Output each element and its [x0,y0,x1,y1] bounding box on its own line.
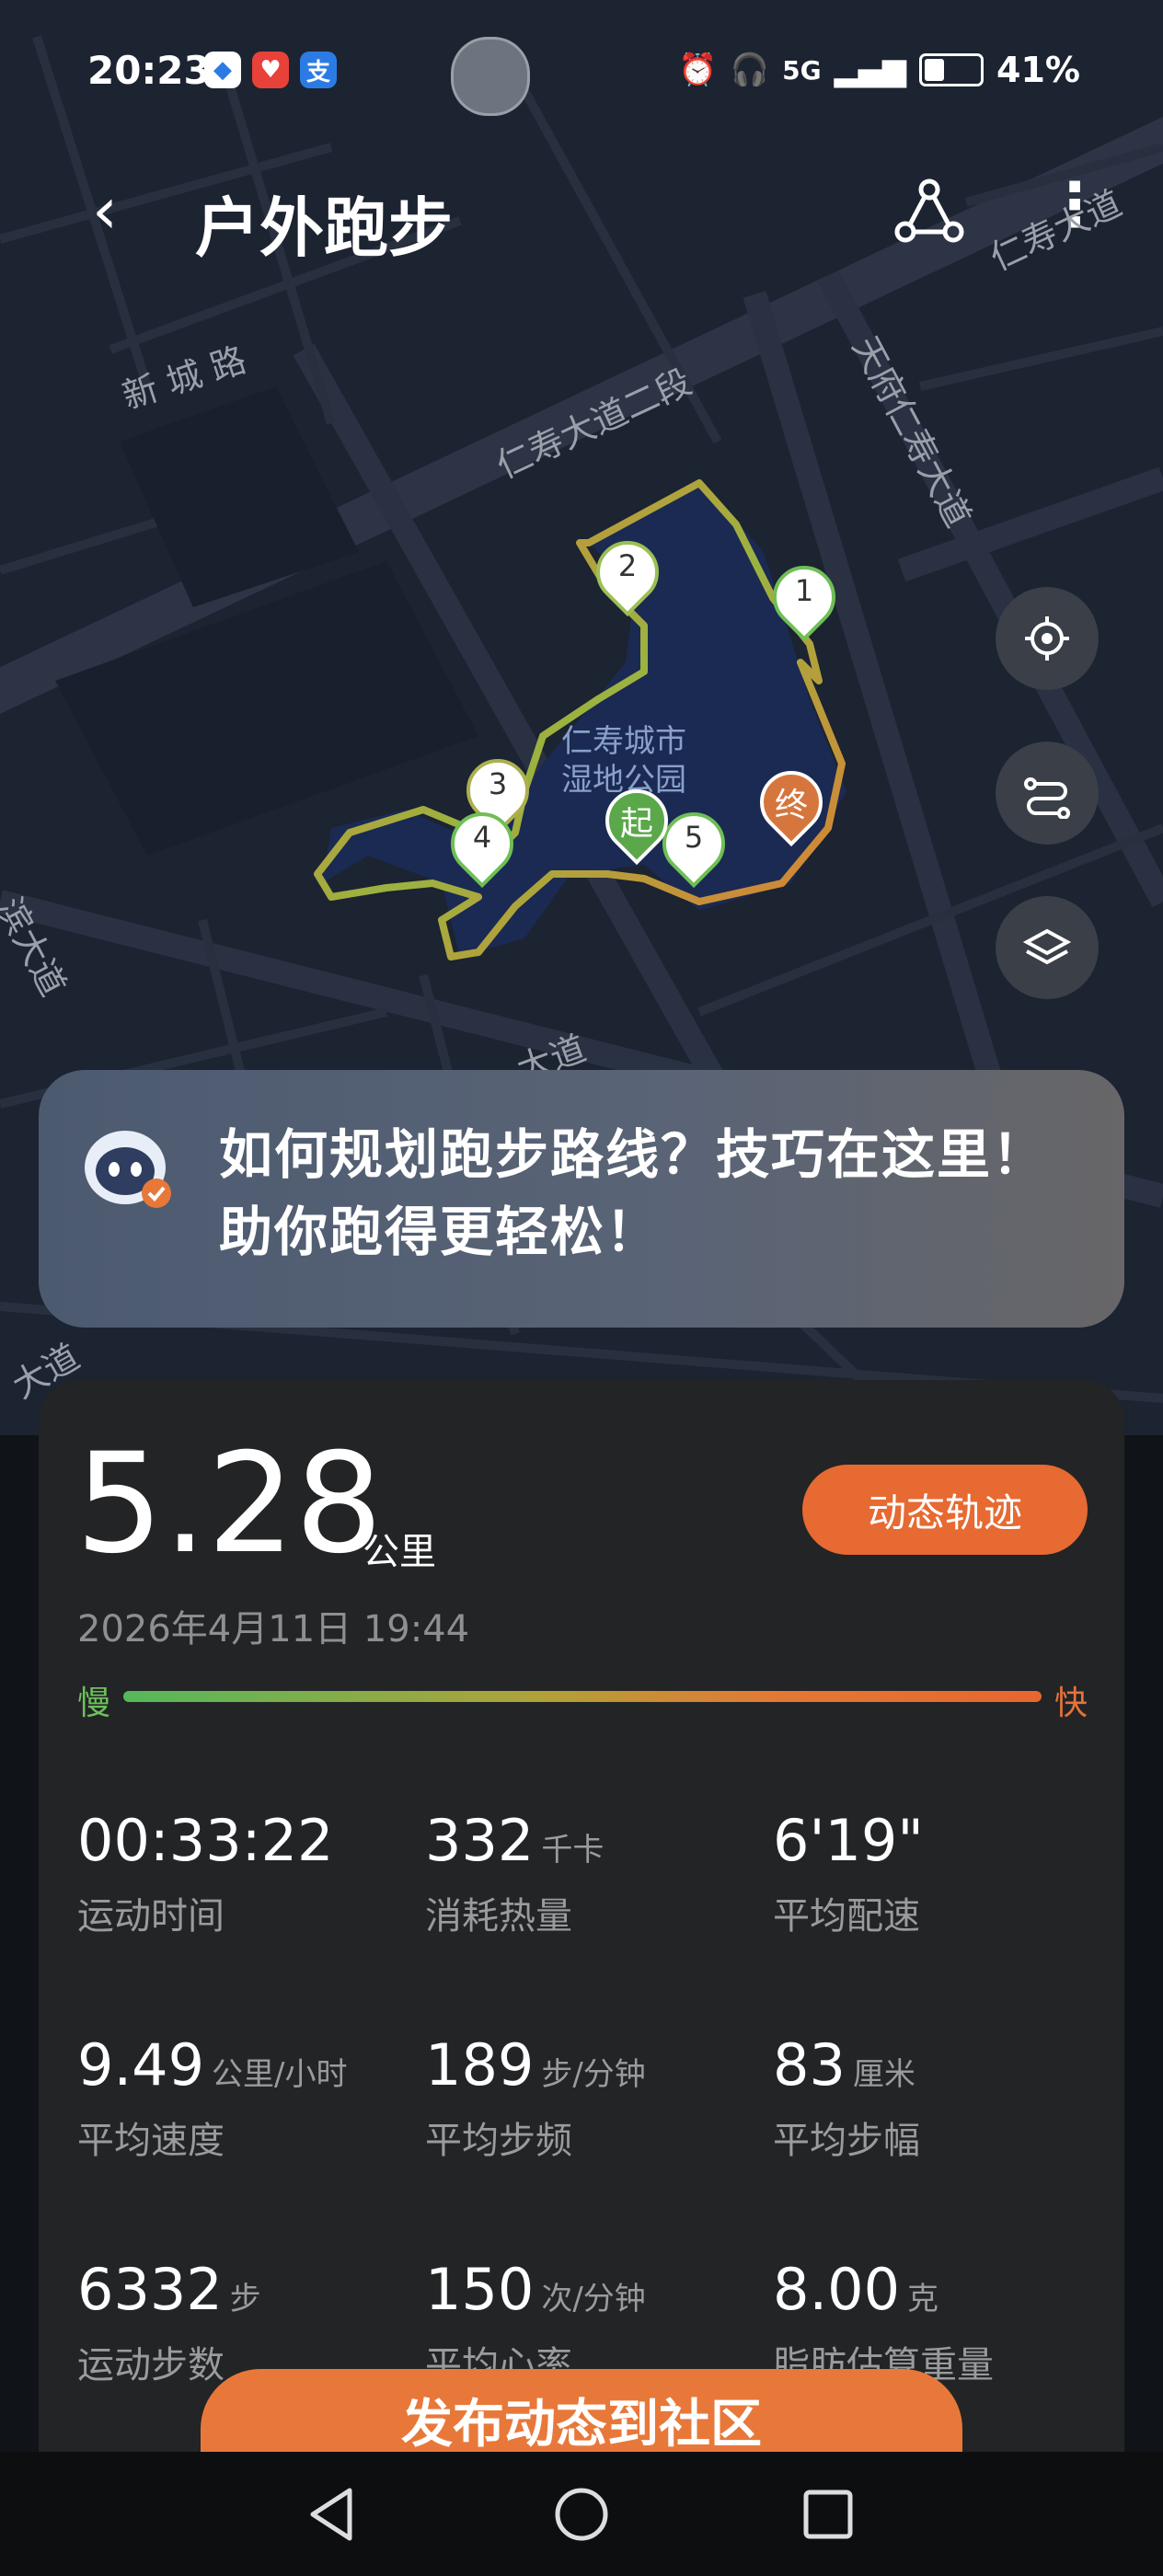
marker-label: 3 [488,766,508,801]
km-marker-4[interactable]: 4 [437,799,527,889]
park-label-line: 仁寿城市 [561,723,686,760]
locate-icon[interactable] [996,587,1099,690]
route-switch-icon[interactable] [996,742,1099,845]
stat-label: 平均步频 [425,2120,572,2162]
stat-value: 332 [425,1807,535,1874]
signal-icon: ▂▄▆ [834,52,907,88]
marker-label: 2 [617,548,638,583]
status-bar: 20:23 ◆ ♥ 支 ⏰ 🎧 5G ▂▄▆ 41% [0,0,1163,138]
start-marker[interactable]: 起 [592,776,682,866]
route-share-icon[interactable] [892,175,966,248]
distance-value: 5.28 [75,1424,383,1584]
stat-item: 189 步/分钟 平均步频 [425,2037,756,2164]
battery-icon [919,53,985,86]
stat-label: 平均步幅 [773,2120,920,2162]
stat-item: 83 厘米 平均步幅 [773,2037,1104,2164]
signal-label: 5G [782,54,822,86]
stat-label: 平均配速 [773,1895,920,1938]
stat-value: 150 [425,2256,535,2323]
floating-avatar-icon[interactable] [451,37,530,116]
stat-item: 00:33:22 运动时间 [77,1812,409,1939]
layers-icon[interactable] [996,896,1099,999]
stat-label: 平均速度 [77,2120,225,2162]
stat-value: 00:33:22 [77,1807,334,1874]
pace-slow-label: 慢 [77,1685,111,1722]
heart-app-icon: ♥ [252,52,289,88]
stat-value: 83 [773,2031,846,2099]
stat-item: 6'19" 平均配速 [773,1812,1104,1939]
battery-level [925,59,945,81]
back-triangle-icon[interactable] [296,2478,370,2551]
pace-fast-label: 快 [1054,1685,1088,1722]
battery-percent: 41% [996,50,1080,90]
stat-value: 8.00 [773,2256,901,2323]
stat-unit: 厘米 [852,2056,915,2093]
end-marker[interactable]: 终 [746,757,836,847]
stat-value: 6'19" [773,1807,924,1874]
workout-date: 2026年4月11日 19:44 [77,1608,470,1650]
km-marker-5[interactable]: 5 [649,799,739,889]
system-nav-bar [0,2452,1163,2576]
dynamic-track-button[interactable]: 动态轨迹 [802,1465,1088,1555]
stat-unit: 步 [229,2281,261,2317]
stat-item: 332 千卡 消耗热量 [425,1812,756,1939]
banner-line: 助你跑得更轻松！ [219,1201,662,1263]
stat-value: 9.49 [77,2031,205,2099]
end-label: 终 [774,787,808,824]
mascot-icon [85,1131,171,1208]
pace-gradient-bar [123,1691,1042,1702]
stat-label: 消耗热量 [425,1895,572,1938]
marker-label: 4 [472,820,492,855]
stat-unit: 克 [907,2281,939,2317]
stat-item: 9.49 公里/小时 平均速度 [77,2037,409,2164]
alipay-icon: 支 [300,52,337,88]
recents-square-icon[interactable] [791,2478,865,2551]
stat-unit: 公里/小时 [212,2056,348,2093]
stat-unit: 次/分钟 [541,2281,646,2317]
headphones-icon: 🎧 [730,52,770,88]
stat-value: 6332 [77,2256,223,2323]
status-time: 20:23 [87,48,211,93]
colorful-app-icon: ◆ [204,52,241,88]
stat-unit: 步/分钟 [541,2056,646,2093]
km-marker-1[interactable]: 1 [759,552,849,642]
chevron-left-icon[interactable]: ‹ [92,178,118,243]
km-marker-2[interactable]: 2 [582,527,673,617]
park-label: 仁寿城市 湿地公园 [561,722,686,799]
stat-label: 运动时间 [77,1895,225,1938]
stat-value: 189 [425,2031,535,2099]
marker-label: 1 [794,573,814,608]
status-indicators: ⏰ 🎧 5G ▂▄▆ 41% [678,50,1080,90]
page-title: 户外跑步 [195,190,453,266]
start-label: 起 [619,805,653,843]
banner-text: 如何规划跑步路线？技巧在这里！ 助你跑得更轻松！ [219,1116,1047,1271]
tips-banner[interactable]: 如何规划跑步路线？技巧在这里！ 助你跑得更轻松！ [39,1070,1124,1328]
banner-line: 如何规划跑步路线？技巧在这里！ [219,1123,1048,1186]
alarm-icon: ⏰ [678,52,718,88]
home-circle-icon[interactable] [545,2478,618,2551]
marker-label: 5 [684,820,704,855]
distance-unit: 公里 [363,1531,436,1573]
stat-unit: 千卡 [541,1832,605,1869]
